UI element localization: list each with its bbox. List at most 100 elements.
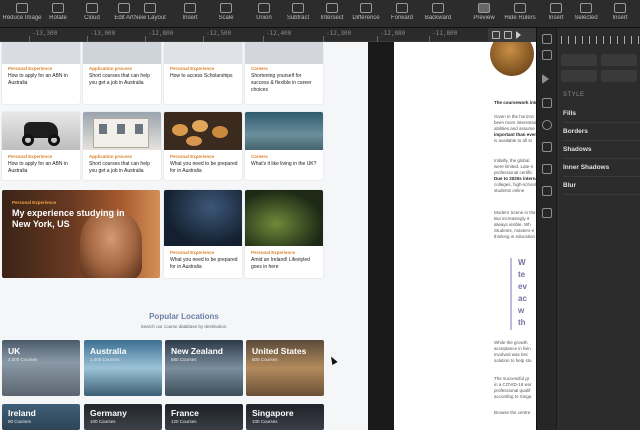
toolbar-button-forward[interactable]: Forward: [382, 2, 422, 26]
article-text-line: involved was bec: [494, 352, 529, 357]
toolbar-button-difference[interactable]: Difference: [346, 2, 386, 26]
toolbar-button-label: Insert: [182, 15, 198, 21]
shadows-section[interactable]: Shadows: [563, 146, 640, 159]
article-card[interactable]: Application process Short courses that c…: [83, 112, 161, 180]
toolbar-button-reduce-image[interactable]: Reduce Image: [2, 2, 42, 26]
ruler-settings-icon[interactable]: [504, 31, 512, 39]
inspector-panel: STYLE Fills Borders Shadows Inner Shadow…: [536, 28, 640, 430]
preview-icon: [478, 3, 490, 13]
location-card-new-zealand[interactable]: New Zealand 580 Courses: [165, 340, 243, 396]
toolbar-button-backward[interactable]: Backward: [418, 2, 458, 26]
toolbar-button-preview[interactable]: Preview: [464, 2, 504, 26]
inner-shadows-section[interactable]: Inner Shadows: [563, 164, 640, 177]
toolbar-button-label: Scale: [218, 15, 234, 21]
card-category: Personal Experience: [170, 250, 215, 255]
toolbar-button-label: Hide Rulers: [504, 15, 536, 21]
location-card-uk[interactable]: UK 2,000 Courses: [2, 340, 80, 396]
article-card[interactable]: Personal Experience How to apply for an …: [2, 112, 80, 180]
x-field[interactable]: [561, 54, 597, 66]
fills-section[interactable]: Fills: [563, 110, 640, 123]
forward-icon: [396, 3, 408, 13]
export-icon[interactable]: [542, 50, 552, 60]
card-title: How to apply for an ABN in Australia: [8, 161, 68, 174]
design-canvas[interactable]: Personal Experience How to apply for an …: [0, 42, 536, 430]
article-card[interactable]: Personal Experience How to apply for an …: [2, 42, 80, 104]
component-icon[interactable]: [542, 186, 552, 196]
article-card[interactable]: Personal Experience What you need to be …: [164, 112, 242, 180]
article-text-line: students online: [494, 188, 525, 193]
align-right-icon[interactable]: [589, 36, 597, 44]
toolbar-button-insert[interactable]: Insert: [170, 2, 210, 26]
mouse-cursor-icon: [328, 355, 338, 365]
card-title: Amid an Ireland! Lifestyled goes in here: [251, 257, 310, 270]
align-left-icon[interactable]: [561, 36, 569, 44]
y-field[interactable]: [601, 54, 637, 66]
location-name: United States: [252, 346, 307, 356]
borders-section[interactable]: Borders: [563, 128, 640, 141]
location-card-germany[interactable]: Germany 100 Courses: [84, 404, 162, 430]
featured-story-card[interactable]: Personal Experience My experience studyi…: [2, 190, 160, 278]
pastry-image: [164, 112, 242, 150]
location-card-ireland[interactable]: Ireland 80 Courses: [2, 404, 80, 430]
blur-section[interactable]: Blur: [563, 182, 640, 195]
ruler-tick-label: -12,400: [266, 30, 292, 37]
ruler-play-icon[interactable]: [516, 31, 521, 39]
location-card-united-states[interactable]: United States 600 Courses: [246, 340, 324, 396]
layers-icon[interactable]: [542, 164, 552, 174]
article-text-line: according to Singa: [494, 394, 532, 399]
card-image: [2, 42, 80, 64]
backward-icon: [432, 3, 444, 13]
toolbar-button-new-layout[interactable]: New Layout: [130, 2, 170, 26]
height-field[interactable]: [601, 70, 637, 82]
article-quote-line: w: [518, 306, 525, 315]
prototype-icon[interactable]: [542, 74, 549, 84]
article-text-line: Given in the horizon: [494, 114, 535, 119]
article-text-line: abilities and assume: [494, 126, 535, 131]
article-quote-line: th: [518, 318, 526, 327]
article-card[interactable]: Application process Short courses that c…: [83, 42, 161, 104]
intersect-icon: [326, 3, 338, 13]
article-text-line: But increasingly it: [494, 216, 530, 221]
lightning-icon[interactable]: [542, 98, 552, 108]
difference-icon: [360, 3, 372, 13]
article-card[interactable]: Careers Shortening yourself for success …: [245, 42, 323, 104]
toolbar-button-hide-rulers[interactable]: Hide Rulers: [500, 2, 540, 26]
toolbar-button-label: Insert: [612, 15, 628, 21]
location-name: Singapore: [252, 408, 294, 418]
gear-icon[interactable]: [542, 120, 552, 130]
card-title: Short courses that can help you get a jo…: [89, 161, 150, 174]
artboard-icon[interactable]: [542, 34, 552, 44]
night-sky-image: [164, 190, 242, 246]
article-text-line: acceptance in livin: [494, 346, 531, 351]
article-card[interactable]: Personal Experience Amid an Ireland! Lif…: [245, 190, 323, 278]
align-center-icon[interactable]: [575, 36, 583, 44]
article-card[interactable]: Personal Experience What you need to be …: [164, 190, 242, 278]
article-card[interactable]: Personal Experience How to access Schola…: [164, 42, 242, 104]
artboard-article[interactable]: The coursework intr Given in the horizon b…: [394, 42, 536, 430]
feature-category: Personal Experience: [12, 200, 57, 205]
card-category: Careers: [251, 66, 268, 71]
artboard-homepage[interactable]: Personal Experience How to apply for an …: [0, 42, 368, 430]
toolbar-button-insert[interactable]: Insert: [600, 2, 640, 26]
toolbar-button-label: Difference: [352, 15, 380, 21]
article-text-line: in a COVID-19 wor: [494, 382, 532, 387]
ruler-lock-icon[interactable]: [492, 31, 500, 39]
align-top-icon[interactable]: [603, 36, 611, 44]
location-card-france[interactable]: France 120 Courses: [165, 404, 243, 430]
toolbar-button-label: Reduce Image: [2, 15, 42, 21]
card-category: Personal Experience: [8, 66, 53, 71]
article-text-line: were limited. Late-n: [494, 164, 534, 169]
align-bottom-icon[interactable]: [631, 36, 639, 44]
location-card-australia[interactable]: Australia 1,000 Courses: [84, 340, 162, 396]
width-field[interactable]: [561, 70, 597, 82]
location-card-singapore[interactable]: Singapore 100 Courses: [246, 404, 324, 430]
location-name: UK: [8, 346, 21, 356]
align-middle-icon[interactable]: [617, 36, 625, 44]
article-card[interactable]: Careers What's it like living in the UK?: [245, 112, 323, 180]
location-name: France: [171, 408, 199, 418]
share-icon[interactable]: [542, 208, 552, 218]
article-quote-line: te: [518, 270, 526, 279]
grid-icon[interactable]: [542, 142, 552, 152]
toolbar-button-scale[interactable]: Scale: [206, 2, 246, 26]
popular-locations-title: Popular Locations: [149, 312, 219, 321]
